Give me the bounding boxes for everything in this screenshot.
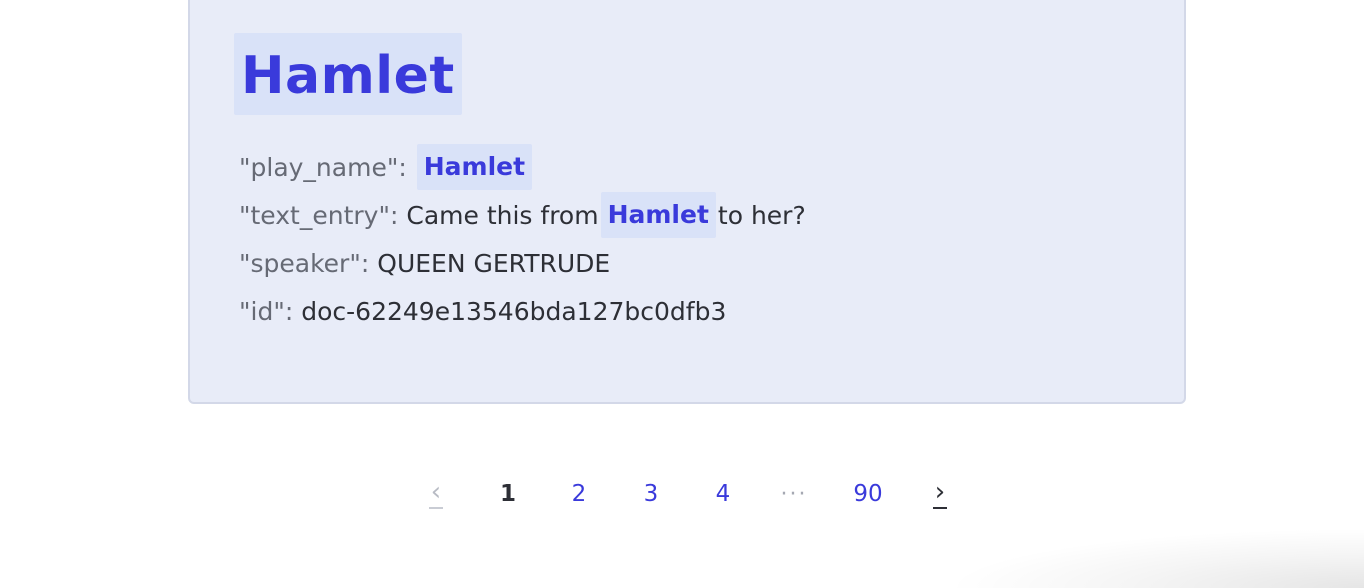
highlighted-match: Hamlet (416, 144, 533, 190)
field-value: Came this from (406, 200, 599, 230)
field-key: "id": (239, 296, 294, 326)
pagination-next-button[interactable]: › (926, 470, 954, 518)
pagination: ‹ 1 2 3 4 ··· 90 › (0, 470, 1364, 518)
field-key: "play_name": (239, 152, 407, 182)
field-value: to her? (717, 200, 806, 230)
field-key: "text_entry": (239, 200, 399, 230)
title-highlight: Hamlet (234, 33, 462, 115)
field-value: QUEEN GERTRUDE (377, 248, 611, 278)
field-play-name: "play_name": Hamlet (239, 143, 534, 191)
field-speaker: "speaker": QUEEN GERTRUDE (239, 239, 610, 287)
pagination-ellipsis: ··· (780, 481, 808, 507)
pagination-prev-button[interactable]: ‹ (422, 470, 450, 518)
field-text-entry: "text_entry": Came this from Hamlet to h… (239, 191, 806, 239)
chevron-right-icon: › (932, 477, 948, 509)
field-value: doc-62249e13546bda127bc0dfb3 (301, 296, 727, 326)
field-id: "id": doc-62249e13546bda127bc0dfb3 (239, 287, 726, 335)
result-card: Hamlet "play_name": Hamlet "text_entry":… (188, 0, 1186, 404)
chevron-left-icon: ‹ (428, 477, 444, 509)
pagination-page-4[interactable]: 4 (711, 470, 735, 518)
pagination-page-3[interactable]: 3 (639, 470, 663, 518)
corner-shadow (944, 528, 1364, 588)
pagination-page-2[interactable]: 2 (567, 470, 591, 518)
pagination-page-1[interactable]: 1 (496, 470, 520, 518)
highlighted-match: Hamlet (600, 192, 716, 238)
field-key: "speaker": (239, 248, 370, 278)
pagination-page-90[interactable]: 90 (846, 470, 890, 518)
result-title[interactable]: Hamlet (241, 50, 455, 102)
